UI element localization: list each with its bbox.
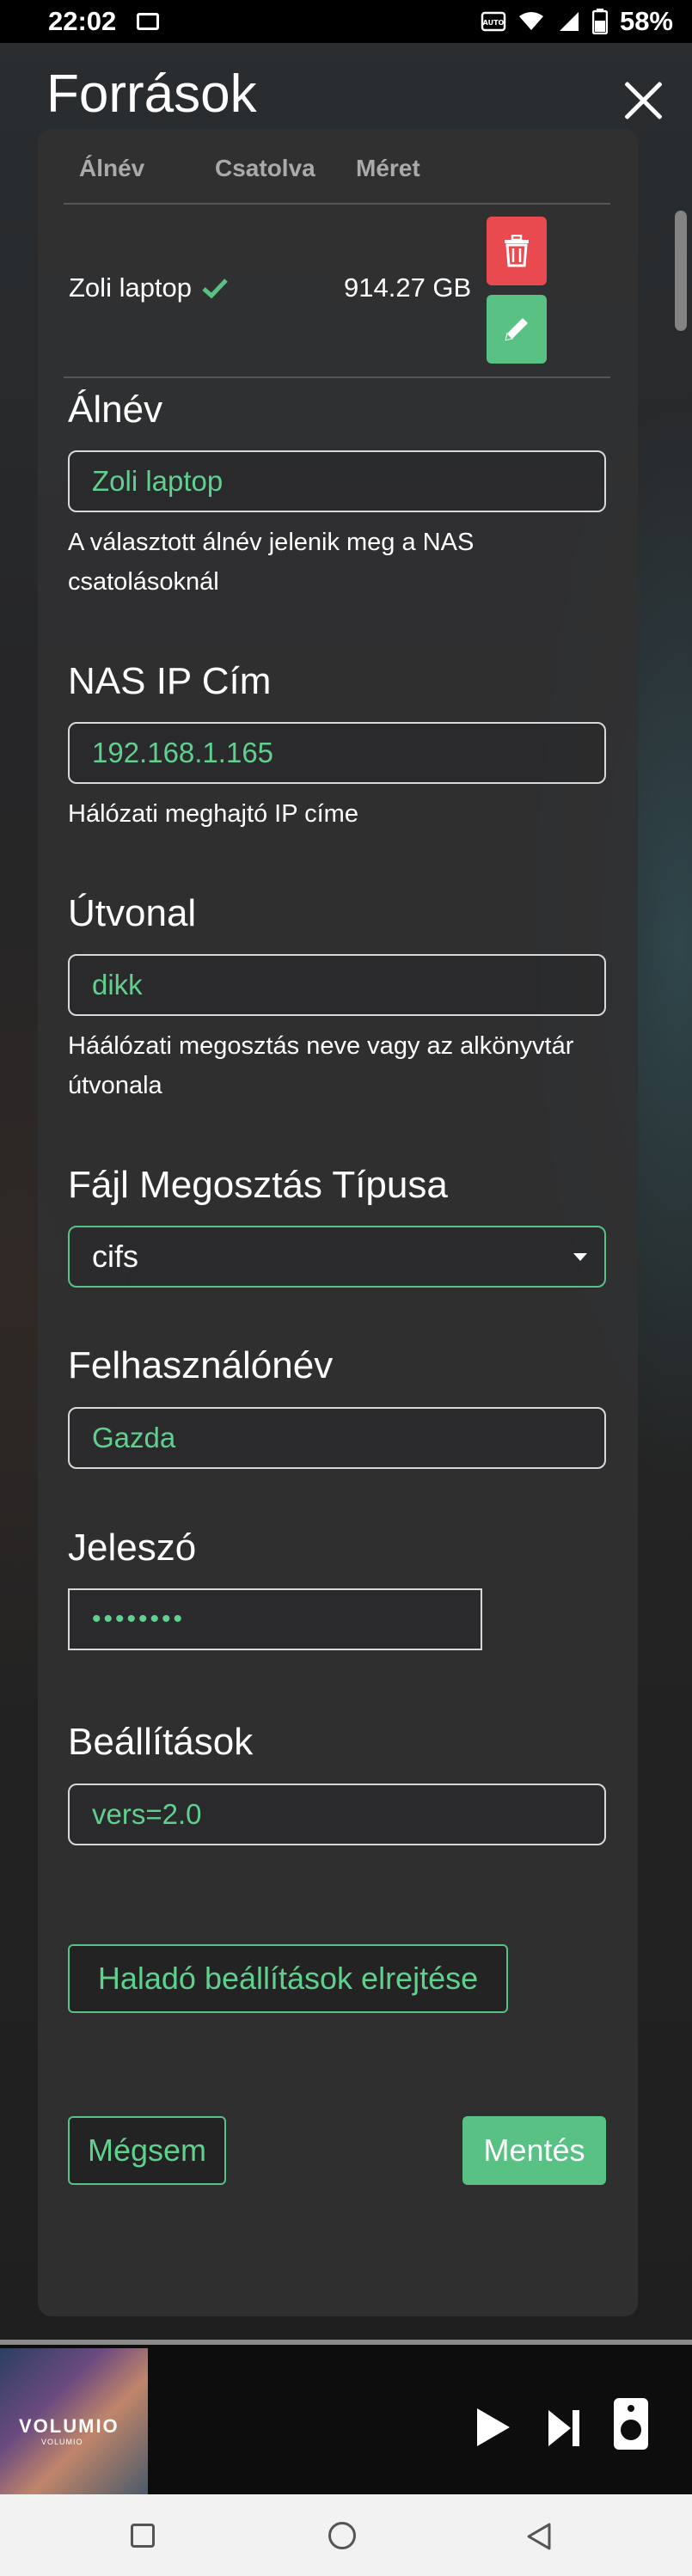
check-icon [202,278,228,298]
status-time: 22:02 [48,6,117,36]
hide-advanced-button[interactable]: Haladó beállítások elrejtése [68,1944,508,2013]
save-button[interactable]: Mentés [462,2116,606,2185]
signal-icon [559,12,579,31]
play-icon[interactable] [477,2408,510,2446]
password-input[interactable]: •••••••• [68,1588,482,1650]
fstype-select[interactable]: cifs [68,1226,606,1288]
wifi-icon [518,12,543,30]
nas-ip-help: Hálózati meghajtó IP címe [68,800,358,828]
alias-input[interactable]: Zoli laptop [68,450,606,512]
trash-icon [505,235,529,267]
back-icon[interactable] [526,2522,552,2551]
caret-down-icon [573,1252,587,1261]
options-label: Beállítások [68,1721,254,1763]
delete-button[interactable] [487,217,547,285]
column-header-size: Méret [356,155,420,181]
home-icon[interactable] [328,2522,356,2549]
fstype-label: Fájl Megosztás Típusa [68,1164,448,1206]
username-input[interactable]: Gazda [68,1407,606,1469]
svg-text:AUTO: AUTO [483,19,505,27]
path-label: Útvonal [68,892,197,934]
status-bar: 22:02 AUTO 58% [0,0,692,43]
speaker-icon[interactable] [614,2398,648,2450]
auto-brightness-icon: AUTO [481,11,506,32]
battery-icon [591,9,608,34]
column-header-alias: Álnév [79,155,145,181]
row-size: 914.27 GB [344,272,472,303]
options-input[interactable]: vers=2.0 [68,1784,606,1845]
album-art[interactable]: VOLUMIO VOLUMIO [0,2348,148,2494]
password-label: Jeleszó [68,1527,197,1569]
nas-ip-label: NAS IP Cím [68,660,272,702]
speaker-woofer [621,2420,641,2440]
column-header-mounted: Csatolva [215,155,315,181]
edit-button[interactable] [487,295,547,364]
nas-ip-input[interactable]: 192.168.1.165 [68,722,606,784]
alias-label: Álnév [68,389,163,431]
username-label: Felhasználónév [68,1344,334,1386]
gallery-icon [137,13,160,30]
row-alias: Zoli laptop [69,272,193,303]
next-bar [573,2410,579,2446]
modal-title: Források [46,64,257,124]
path-input[interactable]: dikk [68,954,606,1016]
alias-help: A választott álnév jelenik meg a NAS csa… [68,529,475,596]
album-sub: VOLUMIO [41,2438,83,2446]
path-help: Háálózati megosztás neve vagy az alkönyv… [68,1032,574,1099]
table-divider [64,203,610,205]
next-triangle [548,2410,571,2446]
fstype-value: cifs [92,1239,138,1274]
next-icon[interactable] [548,2410,579,2446]
player-progress[interactable] [0,2340,692,2345]
cancel-button[interactable]: Mégsem [68,2116,226,2185]
table-divider-bottom [64,376,610,378]
battery-percent: 58% [619,6,673,36]
speaker-tweeter [628,2405,634,2412]
close-button[interactable] [619,76,667,124]
scrollbar[interactable] [675,211,687,331]
recents-icon[interactable] [131,2524,155,2548]
table-row: Zoli laptop [69,272,228,303]
album-logo: VOLUMIO [19,2415,119,2437]
pencil-icon [505,318,528,341]
